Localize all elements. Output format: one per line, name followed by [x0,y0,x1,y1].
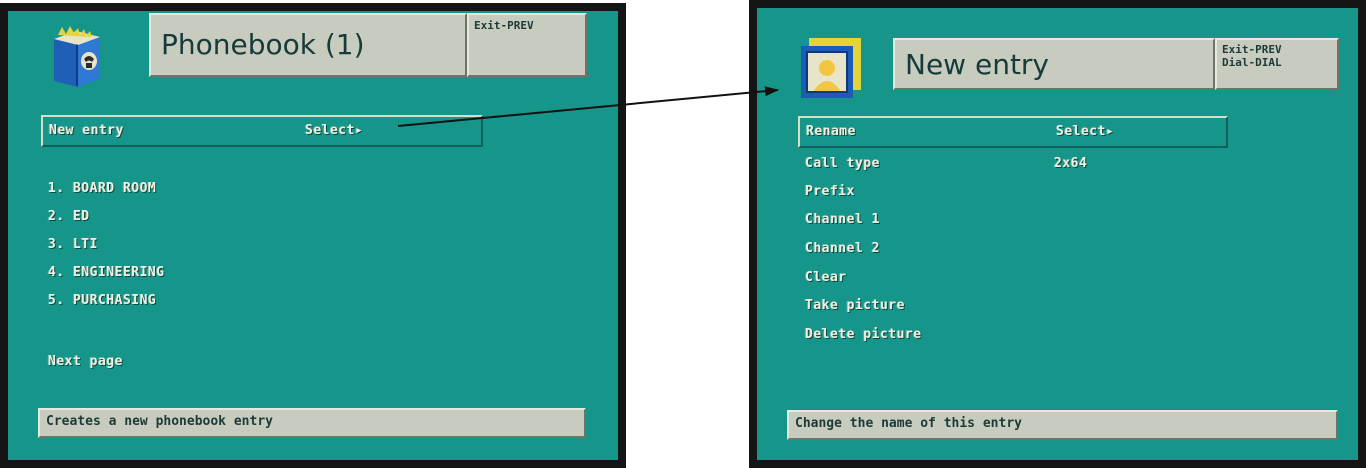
phonebook-screen-area: Phonebook (1) Exit-PREV New entry Select… [8,11,618,460]
title-bar: Phonebook (1) [149,13,467,77]
menu-item-label: Rename [806,124,856,139]
menu-item-new-entry[interactable]: New entry Select▸ [41,115,483,147]
phonebook-entry[interactable]: 4. ENGINEERING [48,265,165,280]
menu-item-clear[interactable]: Clear [805,270,847,285]
menu-item-delete-picture[interactable]: Delete picture [805,327,922,342]
page-title: New entry [905,48,1050,81]
menu-item-label: New entry [49,123,124,138]
select-action[interactable]: Select▸ [1056,124,1114,139]
menu-item-prefix[interactable]: Prefix [805,184,855,199]
menu-item-label: Call type [805,156,880,171]
menu-item-channel-1[interactable]: Channel 1 [805,212,880,227]
status-text: Creates a new phonebook entry [46,414,273,429]
phonebook-book-icon [48,25,104,89]
title-bar: New entry [893,38,1215,90]
menu-item-channel-2[interactable]: Channel 2 [805,241,880,256]
new-entry-screen: New entry Exit-PREV Dial-DIAL Rename Sel… [749,0,1366,468]
new-entry-portrait-icon [799,36,863,100]
menu-item-take-picture[interactable]: Take picture [805,298,905,313]
phonebook-screen: Phonebook (1) Exit-PREV New entry Select… [0,3,626,468]
menu-item-rename[interactable]: Rename Select▸ [798,116,1228,148]
phonebook-entry[interactable]: 3. LTI [48,237,98,252]
phonebook-entry[interactable]: 2. ED [48,209,90,224]
new-entry-screen-area: New entry Exit-PREV Dial-DIAL Rename Sel… [757,8,1358,460]
call-type-value: 2x64 [1054,156,1088,171]
next-page-item[interactable]: Next page [48,354,123,369]
status-text: Change the name of this entry [795,416,1022,431]
page-title: Phonebook (1) [161,28,365,61]
key-hint-exit: Exit-PREV [1222,43,1282,56]
status-bar: Change the name of this entry [787,410,1338,440]
key-hint-dial: Dial-DIAL [1222,56,1282,69]
key-hints: Exit-PREV Dial-DIAL [1215,38,1339,90]
select-action[interactable]: Select▸ [305,123,363,138]
key-hint-exit: Exit-PREV [474,19,534,32]
phonebook-entry[interactable]: 5. PURCHASING [48,293,156,308]
status-bar: Creates a new phonebook entry [38,408,586,438]
phonebook-entry[interactable]: 1. BOARD ROOM [48,181,156,196]
menu-item-call-type[interactable]: Call type [805,156,880,171]
key-hints: Exit-PREV [467,13,587,77]
canvas: Phonebook (1) Exit-PREV New entry Select… [0,0,1366,468]
